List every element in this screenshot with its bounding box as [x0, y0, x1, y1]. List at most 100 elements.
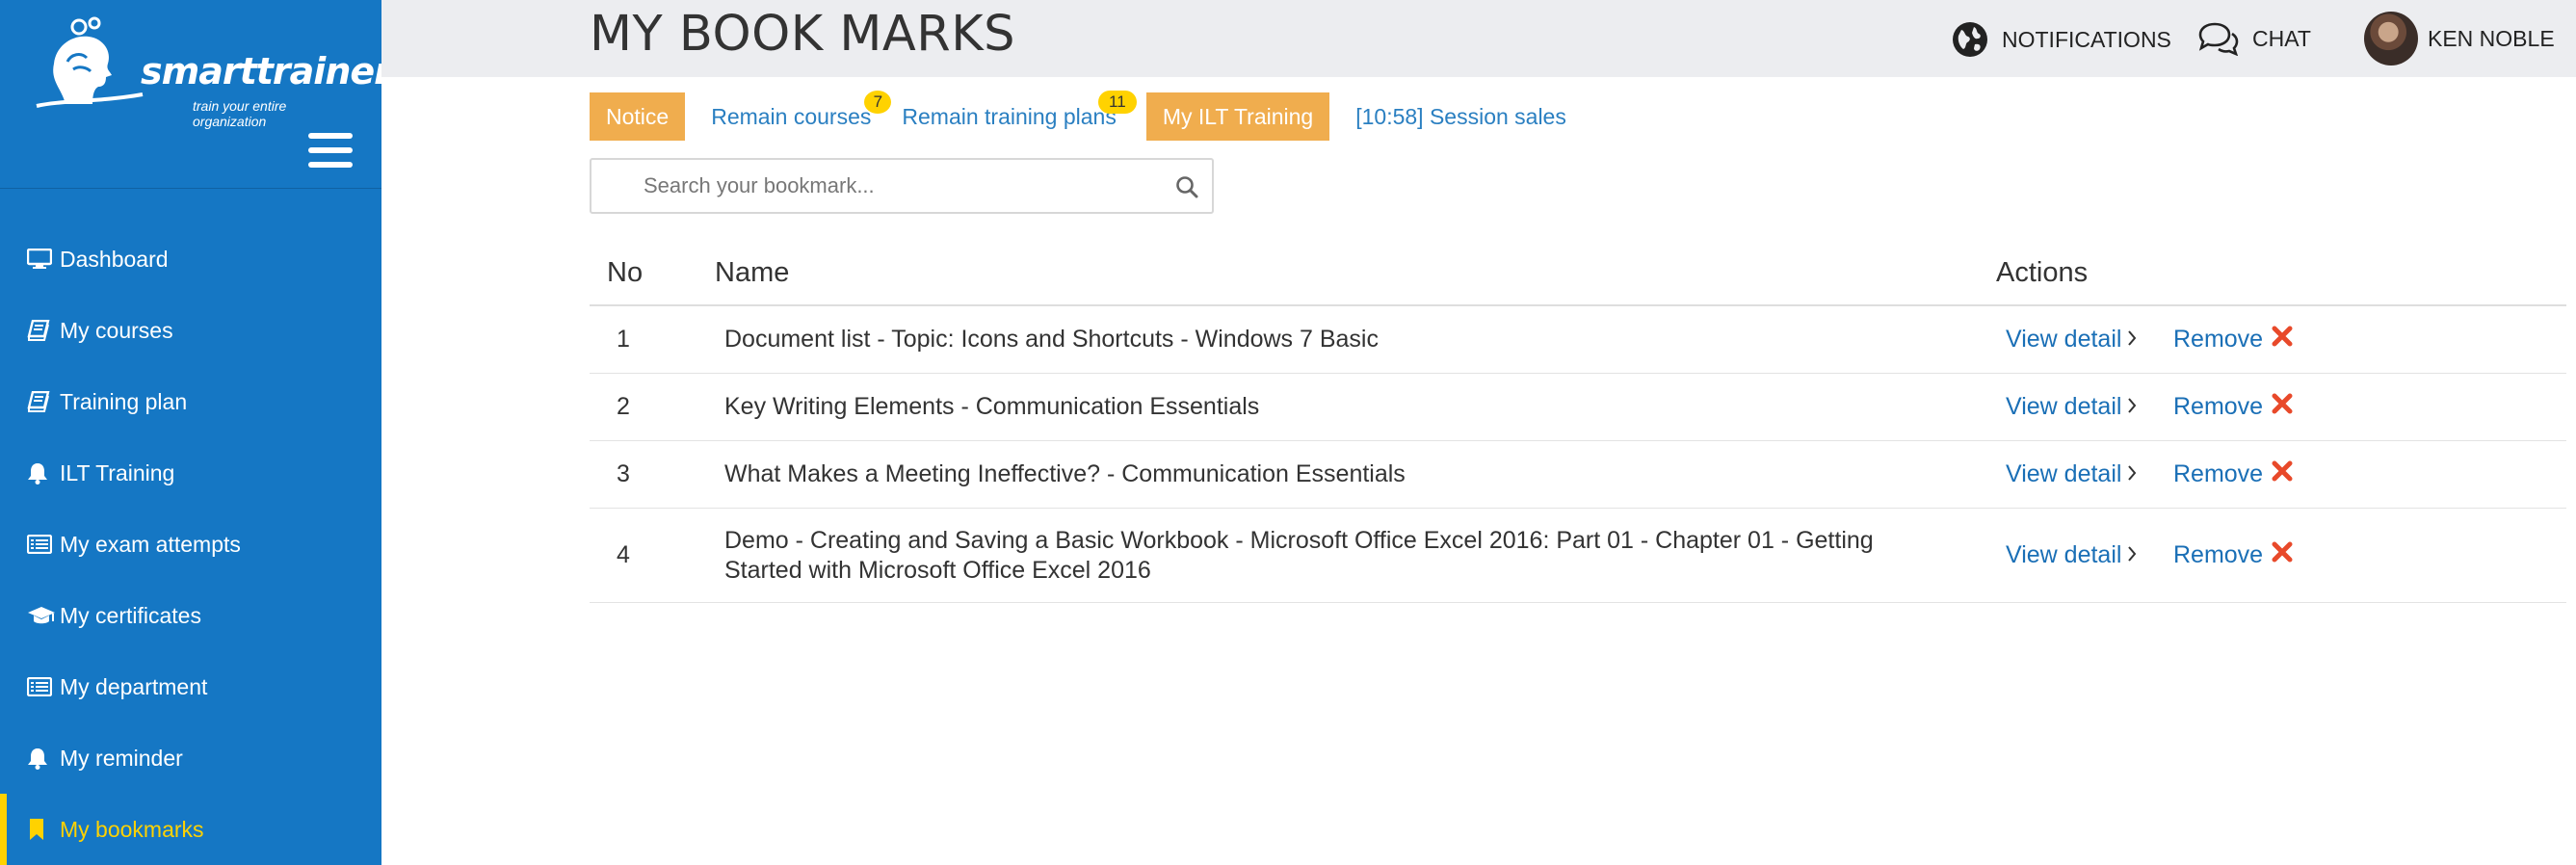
tab-session-sales[interactable]: [10:58] Session sales [1339, 92, 1583, 141]
bell-icon [27, 460, 60, 485]
chat-label: CHAT [2252, 25, 2311, 51]
book-icon [27, 318, 60, 343]
user-name: KEN NOBLE [2428, 25, 2555, 51]
sidebar-item-dashboard[interactable]: Dashboard [0, 223, 381, 295]
remove-label: Remove [2173, 326, 2264, 353]
remove-label: Remove [2173, 393, 2264, 420]
page-title: MY BOOK MARKS [590, 6, 1016, 63]
sidebar-item-label: My department [60, 673, 208, 699]
tab-label: Remain courses [711, 103, 872, 129]
bookmark-title: Document list - Topic: Icons and Shortcu… [724, 326, 1379, 353]
bookmarks-table: No Name Actions 1 Document list - Topic:… [590, 241, 2566, 603]
close-icon [2271, 540, 2294, 570]
top-header: MY BOOK MARKS NOTIFICATIONS CHAT KEN NOB… [381, 0, 2576, 77]
bookmark-search-box [590, 158, 1214, 214]
hamburger-bar [308, 147, 353, 153]
bookmark-icon [27, 817, 60, 842]
tab-label: Notice [606, 103, 670, 129]
table-header: No Name Actions [590, 241, 2566, 306]
view-detail-label: View detail [2006, 326, 2122, 353]
tab-label: My ILT Training [1162, 103, 1314, 129]
monitor-icon [27, 247, 60, 272]
sidebar-item-label: My bookmarks [60, 816, 204, 842]
quick-links-bar: Notice Remain courses 7 Remain training … [590, 91, 1583, 141]
avatar [2364, 12, 2418, 66]
tab-notice[interactable]: Notice [590, 92, 686, 141]
hamburger-bar [308, 133, 353, 139]
brand-name: smarttrainer [141, 50, 392, 92]
table-row: 4 Demo - Creating and Saving a Basic Wor… [590, 509, 2566, 603]
sidebar-item-my-certificates[interactable]: My certificates [0, 580, 381, 651]
bookmark-title: What Makes a Meeting Ineffective? - Comm… [724, 460, 1406, 487]
tab-label: [10:58] Session sales [1355, 103, 1566, 129]
sidebar-item-label: My courses [60, 317, 173, 343]
sidebar-item-label: My exam attempts [60, 531, 241, 557]
remove-button[interactable]: Remove [2173, 540, 2294, 570]
brain-head-icon [36, 16, 144, 108]
search-icon[interactable] [1175, 175, 1198, 203]
hamburger-bar [308, 162, 353, 168]
table-row: 1 Document list - Topic: Icons and Short… [590, 306, 2566, 374]
book-icon [27, 389, 60, 414]
remove-button[interactable]: Remove [2173, 392, 2294, 422]
tab-my-ilt-training[interactable]: My ILT Training [1145, 92, 1330, 141]
column-header-name: Name [715, 256, 790, 288]
row-number: 1 [617, 326, 630, 353]
column-header-actions: Actions [1996, 256, 2089, 288]
bell-icon [27, 746, 60, 771]
row-actions: View detail Remove [1996, 459, 2566, 489]
view-detail-label: View detail [2006, 460, 2122, 487]
sidebar-item-my-exam-attempts[interactable]: My exam attempts [0, 509, 381, 580]
sidebar-item-label: My reminder [60, 745, 183, 771]
sidebar-item-my-bookmarks[interactable]: My bookmarks [0, 794, 381, 865]
sidebar-item-my-department[interactable]: My department [0, 651, 381, 722]
sidebar-item-label: My certificates [60, 602, 201, 628]
globe-icon [1952, 21, 1988, 58]
table-row: 3 What Makes a Meeting Ineffective? - Co… [590, 441, 2566, 509]
search-input[interactable] [644, 173, 1183, 198]
remove-label: Remove [2173, 460, 2264, 487]
row-actions: View detail Remove [1996, 540, 2566, 570]
sidebar-item-label: ILT Training [60, 459, 175, 485]
sidebar-item-my-courses[interactable]: My courses [0, 295, 381, 366]
count-badge: 11 [1097, 91, 1137, 114]
brand-area: smarttrainer train your entire organizat… [0, 0, 392, 189]
sidebar-item-my-reminder[interactable]: My reminder [0, 722, 381, 794]
bookmark-title: Demo - Creating and Saving a Basic Workb… [724, 526, 1874, 584]
chat-button[interactable]: CHAT [2196, 21, 2311, 56]
brand-tagline: train your entire organization [193, 98, 287, 129]
remove-button[interactable]: Remove [2173, 459, 2294, 489]
remove-button[interactable]: Remove [2173, 325, 2294, 354]
chevron-right-icon [2127, 326, 2137, 354]
view-detail-label: View detail [2006, 393, 2122, 420]
view-detail-label: View detail [2006, 541, 2122, 568]
list-icon [27, 674, 60, 699]
close-icon [2271, 459, 2294, 489]
smarttrainer-logo[interactable]: smarttrainer train your entire organizat… [33, 13, 392, 129]
user-menu[interactable]: KEN NOBLE [2364, 12, 2555, 66]
chevron-right-icon [2127, 393, 2137, 421]
close-icon [2271, 392, 2294, 422]
tab-remain-training-plans[interactable]: Remain training plans 11 [885, 91, 1137, 141]
view-detail-link[interactable]: View detail [2006, 460, 2173, 488]
bookmark-title: Key Writing Elements - Communication Ess… [724, 393, 1260, 420]
tab-label: Remain training plans [902, 103, 1117, 129]
sidebar-nav: Dashboard My courses Training plan ILT T… [0, 223, 381, 865]
tab-remain-courses[interactable]: Remain courses 7 [695, 91, 892, 141]
view-detail-link[interactable]: View detail [2006, 326, 2173, 354]
view-detail-link[interactable]: View detail [2006, 393, 2173, 421]
chat-bubbles-icon [2196, 21, 2239, 56]
sidebar-item-label: Dashboard [60, 246, 169, 272]
chevron-right-icon [2127, 541, 2137, 569]
sidebar-item-training-plan[interactable]: Training plan [0, 366, 381, 437]
view-detail-link[interactable]: View detail [2006, 541, 2173, 569]
column-header-no: No [607, 256, 644, 288]
row-number: 2 [617, 393, 630, 420]
list-icon [27, 532, 60, 557]
row-actions: View detail Remove [1996, 392, 2566, 422]
row-actions: View detail Remove [1996, 325, 2566, 354]
notifications-button[interactable]: NOTIFICATIONS [1952, 21, 2171, 58]
sidebar-item-ilt-training[interactable]: ILT Training [0, 437, 381, 509]
menu-toggle-button[interactable] [308, 133, 355, 170]
notifications-label: NOTIFICATIONS [2002, 26, 2171, 52]
